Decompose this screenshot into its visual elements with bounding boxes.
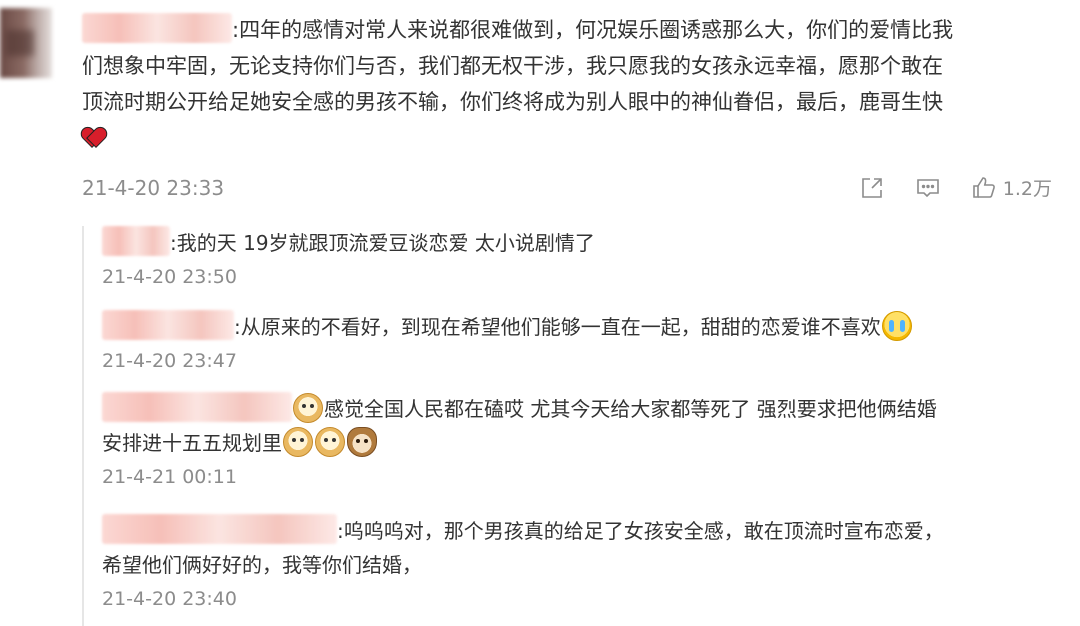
reply-text: 希望他们俩好好的，我等你们结婚，	[102, 553, 422, 577]
reply-text: 安排进十五五规划里	[102, 431, 282, 455]
reply-timestamp: 21-4-20 23:40	[102, 588, 237, 610]
reply-text: :我的天 19岁就跟顶流爱豆谈恋爱 太小说剧情了	[170, 231, 595, 255]
reply-timestamp: 21-4-20 23:47	[102, 350, 237, 372]
avatar[interactable]	[0, 8, 52, 78]
comment-icon	[916, 178, 939, 197]
main-comment: :四年的感情对常人来说都很难做到，何况娱乐圈诱惑那么大，你们的爱情比我 们想象中…	[82, 12, 1062, 156]
blurred-username[interactable]	[102, 514, 337, 544]
reply-timestamp: 21-4-21 00:11	[102, 466, 237, 488]
comment-timestamp: 21-4-20 23:33	[82, 176, 225, 200]
blurred-username[interactable]	[102, 310, 234, 340]
blurred-username[interactable]	[102, 226, 170, 256]
comment-actions: 1.2万	[829, 174, 1052, 201]
heart-emoji-icon	[82, 128, 104, 148]
reply-item: :呜呜呜对，那个男孩真的给足了女孩安全感，敢在顶流时宣布恋爱， 希望他们俩好好的…	[102, 514, 1062, 610]
reply-text: :从原来的不看好，到现在希望他们能够一直在一起，甜甜的恋爱谁不喜欢	[234, 315, 881, 339]
share-icon	[861, 177, 882, 198]
like-count: 1.2万	[1002, 178, 1052, 200]
reply-thread: :我的天 19岁就跟顶流爱豆谈恋爱 太小说剧情了 21-4-20 23:50 :…	[82, 226, 1064, 626]
like-button[interactable]: 1.2万	[971, 174, 1052, 201]
crying-emoji-icon	[881, 311, 912, 341]
reply-item: :从原来的不看好，到现在希望他们能够一直在一起，甜甜的恋爱谁不喜欢 21-4-2…	[102, 310, 1062, 372]
reply-text: :呜呜呜对，那个男孩真的给足了女孩安全感，敢在顶流时宣布恋爱，	[337, 519, 944, 543]
reply-item: 感觉全国人民都在磕哎 尤其今天给大家都等死了 强烈要求把他俩结婚 安排进十五五规…	[102, 392, 1062, 488]
blurred-username[interactable]	[102, 392, 292, 422]
share-button[interactable]	[859, 175, 885, 201]
blurred-username[interactable]	[82, 13, 232, 43]
doge-emoji-icon	[293, 393, 323, 423]
like-icon	[972, 176, 995, 198]
comment-text-line-2: 们想象中牢固，无论支持你们与否，我们都无权干涉，我只愿我的女孩永远幸福，愿那个敢…	[82, 54, 943, 78]
reply-item: :我的天 19岁就跟顶流爱豆谈恋爱 太小说剧情了 21-4-20 23:50	[102, 226, 1062, 288]
comment-meta: 21-4-20 23:33 1.2万	[82, 172, 1052, 206]
comment-text-line-3: 顶流时期公开给足她安全感的男孩不输，你们终将成为别人眼中的神仙眷侣，最后，鹿哥生…	[82, 90, 943, 114]
reply-text: 感觉全国人民都在磕哎 尤其今天给大家都等死了 强烈要求把他俩结婚	[324, 397, 937, 421]
comment-button[interactable]	[915, 175, 941, 201]
doge-emoji-icon	[283, 427, 313, 457]
comment-text-line-1: :四年的感情对常人来说都很难做到，何况娱乐圈诱惑那么大，你们的爱情比我	[232, 18, 954, 42]
doge-emoji-icon	[315, 427, 345, 457]
reply-timestamp: 21-4-20 23:50	[102, 266, 237, 288]
cat-emoji-icon	[347, 427, 377, 457]
